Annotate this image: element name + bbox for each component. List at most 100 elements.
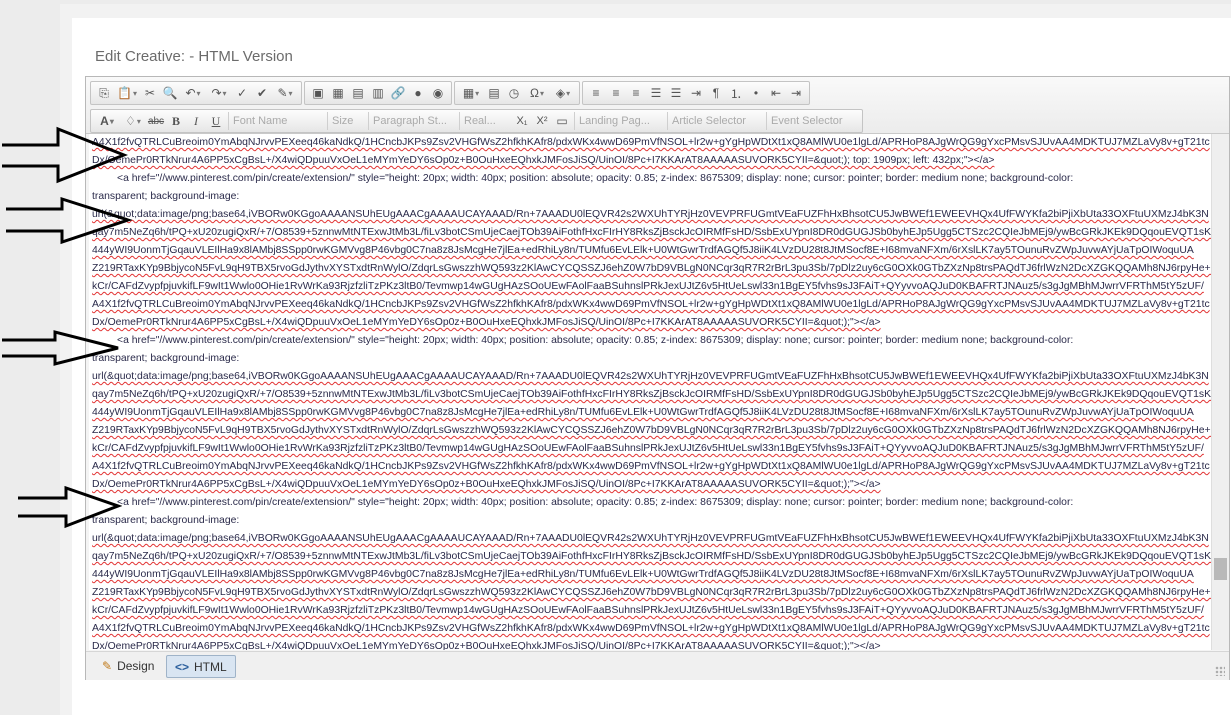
code-line-text: Z219RTaxKYp9BbjycoN5FvL9qH9TBX5rvoGdJyth… — [92, 263, 1211, 274]
code-line-text: 444yWI9UonmTjGqauVLEIlHa9x8lAMbj8SSpp0rw… — [92, 407, 1194, 418]
html-source-textarea[interactable]: A4X1f2fvQTRLCuBreoim0YmAbqNJrvvPEXeeq46k… — [89, 134, 1211, 650]
pencil-icon: ✎ — [102, 658, 113, 673]
document-manager-icon[interactable]: ▥ — [369, 84, 387, 102]
event-selector-button[interactable]: Event Selector — [766, 112, 857, 130]
bold-icon[interactable]: B — [167, 112, 185, 130]
code-line: <a href="//www.pinterest.com/pin/create/… — [89, 170, 1211, 188]
code-line-text: Dx/OemePr0RTkNrur4A6PP5xCgBsL+/X4wiQDpuu… — [92, 641, 881, 650]
html-mode-tab[interactable]: <> HTML — [166, 655, 236, 678]
code-line: Dx/OemePr0RTkNrur4A6PP5xCgBsL+/X4wiQDpuu… — [89, 314, 1211, 332]
toolbar-group-table: ▦ ▤ ◷ Ω ◈ — [454, 81, 580, 105]
code-line: 444yWI9UonmTjGqauVLEIlHa9x8lAMbj8SSpp0rw… — [89, 566, 1211, 584]
redo-icon[interactable]: ↷ — [207, 84, 231, 102]
align-left-icon[interactable]: ≡ — [587, 84, 605, 102]
cut-icon[interactable]: ✂ — [141, 84, 159, 102]
font-name-select[interactable]: Font Name — [228, 112, 323, 130]
find-icon[interactable]: 🔍 — [161, 84, 179, 102]
table-icon[interactable]: ▦ — [459, 84, 483, 102]
code-line-text: kCr/CAFdZvypfpjuvkifLF9wIt1Wwlo0OHie1RvW… — [92, 443, 1204, 454]
code-line-text: Z219RTaxKYp9BbjycoN5FvL9qH9TBX5rvoGdJyth… — [92, 587, 1211, 598]
code-line: Z219RTaxKYp9BbjycoN5FvL9qH9TBX5rvoGdJyth… — [89, 584, 1211, 602]
code-line-text: Dx/OemePr0RTkNrur4A6PP5xCgBsL+/X4wiQDpuu… — [92, 317, 881, 328]
highlight-color-icon[interactable]: ♢ — [121, 112, 145, 130]
justify-icon[interactable]: ☰ — [647, 84, 665, 102]
flash-manager-icon[interactable]: ▦ — [329, 84, 347, 102]
subscript-icon[interactable]: X₁ — [513, 112, 531, 130]
resize-grip-icon[interactable] — [1215, 666, 1225, 676]
vertical-scrollbar[interactable] — [1211, 134, 1229, 650]
code-line-text: A4X1f2fvQTRLCuBreoim0YmAbqNJrvvPEXeeq46k… — [92, 299, 1210, 310]
code-line-text: url(&quot;data:image/png;base64,iVBORw0K… — [92, 209, 1209, 220]
article-selector-button[interactable]: Article Selector — [667, 112, 762, 130]
code-line: 444yWI9UonmTjGqauVLEIlHa9x8lAMbj8SSpp0rw… — [89, 242, 1211, 260]
paragraph-icon[interactable]: ¶ — [707, 84, 725, 102]
symbol-icon[interactable]: Ω — [525, 84, 549, 102]
link-manager-icon[interactable]: 🔗 — [389, 84, 407, 102]
paste-icon[interactable]: 📋 — [115, 84, 139, 102]
anchor-icon[interactable]: ◉ — [429, 84, 447, 102]
code-line: qay7m5NeZq6h/tPQ+xU20zugiQxR/+7/O8539+5z… — [89, 548, 1211, 566]
align-right-icon[interactable]: ≡ — [627, 84, 645, 102]
code-line: kCr/CAFdZvypfpjuvkifLF9wIt1Wwlo0OHie1RvW… — [89, 440, 1211, 458]
numbered-list-icon[interactable]: ⒈ — [727, 84, 745, 102]
italic-icon[interactable]: I — [187, 112, 205, 130]
code-line: qay7m5NeZq6h/tPQ+xU20zugiQxR/+7/O8539+5z… — [89, 224, 1211, 242]
copy-icon[interactable]: ⎘ — [95, 84, 113, 102]
superscript-icon[interactable]: X² — [533, 112, 551, 130]
code-line-text: kCr/CAFdZvypfpjuvkifLF9wIt1Wwlo0OHie1RvW… — [92, 605, 1204, 616]
code-line-text: <a href="//www.pinterest.com/pin/create/… — [117, 173, 1074, 184]
font-color-icon[interactable]: A — [95, 112, 119, 130]
code-line: url(&quot;data:image/png;base64,iVBORw0K… — [89, 206, 1211, 224]
toolbar-row-1: ⎘ 📋 ✂ 🔍 ↶ ↷ ✓ ✔ ✎ ▣ ▦ ▤ ▥ 🔗 ● ◉ ▦ — [90, 81, 810, 105]
code-line-text: 444yWI9UonmTjGqauVLEIlHa9x8lAMbj8SSpp0rw… — [92, 569, 1194, 580]
outdent-icon[interactable]: ⇤ — [767, 84, 785, 102]
strikethrough-icon[interactable]: abc — [147, 112, 165, 130]
code-line: kCr/CAFdZvypfpjuvkifLF9wIt1Wwlo0OHie1RvW… — [89, 278, 1211, 296]
format-stripper-icon[interactable]: ✎ — [273, 84, 297, 102]
code-line-text: transparent; background-image: — [92, 515, 240, 526]
undo-icon[interactable]: ↶ — [181, 84, 205, 102]
font-size-select[interactable]: Size — [327, 112, 364, 130]
landing-page-select[interactable]: Landing Pag... — [574, 112, 663, 130]
code-line-text: A4X1f2fvQTRLCuBreoim0YmAbqNJrvvPEXeeq46k… — [92, 137, 1210, 148]
paragraph-style-select[interactable]: Paragraph St... — [368, 112, 455, 130]
code-line-text: kCr/CAFdZvypfpjuvkifLF9wIt1Wwlo0OHie1RvW… — [92, 281, 1204, 292]
code-line-text: url(&quot;data:image/png;base64,iVBORw0K… — [92, 371, 1209, 382]
design-tab-label: Design — [117, 658, 155, 673]
paste-as-html-icon[interactable]: ▭ — [553, 112, 571, 130]
date-time-icon[interactable]: ◷ — [505, 84, 523, 102]
template-icon[interactable]: ▤ — [485, 84, 503, 102]
indent-icon[interactable]: ⇥ — [687, 84, 705, 102]
editor-mode-bar: ✎ Design <> HTML — [86, 651, 1229, 680]
code-line: Z219RTaxKYp9BbjycoN5FvL9qH9TBX5rvoGdJyth… — [89, 422, 1211, 440]
real-font-size-select[interactable]: Real... — [459, 112, 510, 130]
image-manager-icon[interactable]: ▣ — [309, 84, 327, 102]
scrollbar-thumb[interactable] — [1214, 558, 1227, 580]
code-line-text: A4X1f2fvQTRLCuBreoim0YmAbqNJrvvPEXeeq46k… — [92, 461, 1210, 472]
code-line-text: A4X1f2fvQTRLCuBreoim0YmAbqNJrvvPEXeeq46k… — [92, 623, 1210, 634]
underline-icon[interactable]: U — [207, 112, 225, 130]
code-line: url(&quot;data:image/png;base64,iVBORw0K… — [89, 530, 1211, 548]
align-center-icon[interactable]: ≡ — [607, 84, 625, 102]
w3c-validate-icon[interactable]: ✔ — [253, 84, 271, 102]
code-brackets-icon: <> — [175, 659, 190, 674]
remove-alignment-icon[interactable]: ☰ — [667, 84, 685, 102]
toolbar-group-font: A ♢ abc B I U Font Name Size Paragraph S… — [90, 109, 863, 133]
toolbar-group-clipboard: ⎘ 📋 ✂ 🔍 ↶ ↷ ✓ ✔ ✎ — [90, 81, 302, 105]
toolbar-group-insert: ▣ ▦ ▤ ▥ 🔗 ● ◉ — [304, 81, 452, 105]
bullet-list-icon[interactable]: • — [747, 84, 765, 102]
code-line: kCr/CAFdZvypfpjuvkifLF9wIt1Wwlo0OHie1RvW… — [89, 602, 1211, 620]
indent-more-icon[interactable]: ⇥ — [787, 84, 805, 102]
spellcheck-icon[interactable]: ✓ — [233, 84, 251, 102]
media-manager-icon[interactable]: ▤ — [349, 84, 367, 102]
html-tab-label: HTML — [194, 659, 227, 674]
custom-icon[interactable]: ◈ — [551, 84, 575, 102]
code-line-text: url(&quot;data:image/png;base64,iVBORw0K… — [92, 533, 1209, 544]
remove-link-icon[interactable]: ● — [409, 84, 427, 102]
code-line-text: <a href="//www.pinterest.com/pin/create/… — [117, 335, 1074, 346]
design-mode-tab[interactable]: ✎ Design — [94, 655, 162, 676]
code-line: A4X1f2fvQTRLCuBreoim0YmAbqNJrvvPEXeeq46k… — [89, 134, 1211, 152]
code-line-text: transparent; background-image: — [92, 191, 240, 202]
code-line: transparent; background-image: — [89, 512, 1211, 530]
toolbar-row-2: A ♢ abc B I U Font Name Size Paragraph S… — [90, 109, 863, 133]
